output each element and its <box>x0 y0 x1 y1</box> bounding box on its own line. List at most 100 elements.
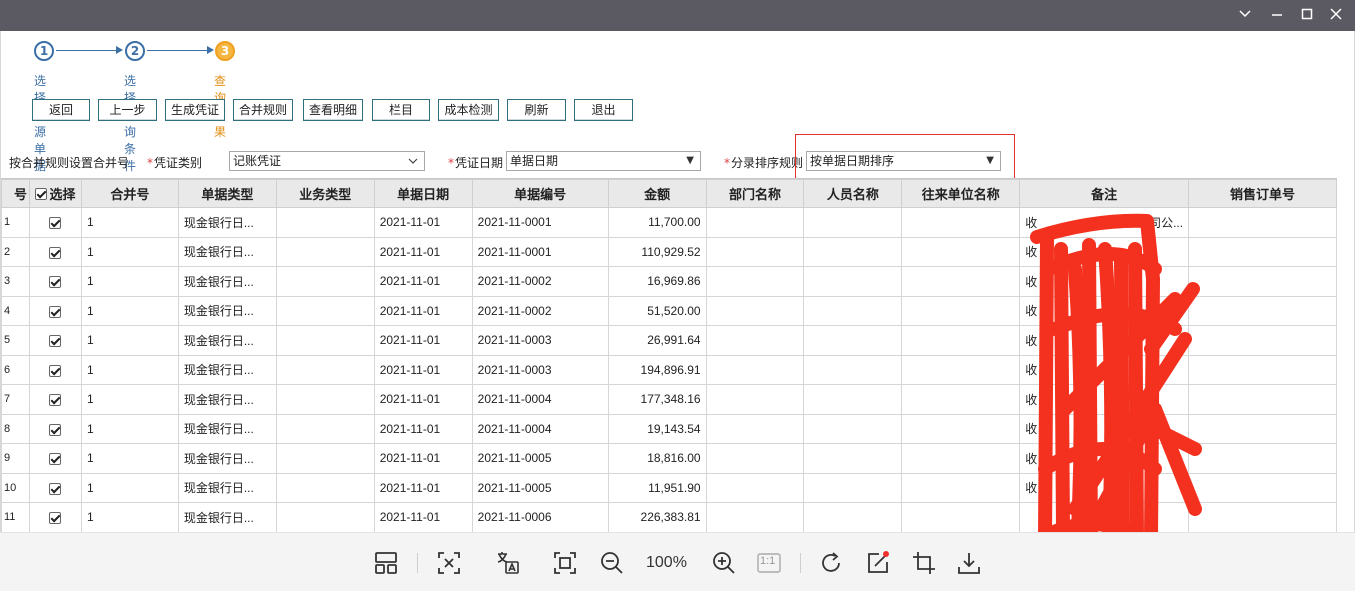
table-row[interactable]: 7 1 现金银行日... 2021-11-01 2021-11-0004 177,348.… <box>1 384 1337 415</box>
row-select-checkbox[interactable] <box>49 305 62 318</box>
ocr-translate-icon[interactable] <box>495 550 521 576</box>
maximize-icon[interactable] <box>1298 7 1316 25</box>
row-select-checkbox[interactable] <box>49 364 62 377</box>
doc-code-cell: 2021-11-0004 <box>471 413 609 444</box>
doc-date-cell: 2021-11-01 <box>373 443 473 474</box>
merge-number-cell: 1 <box>80 443 179 474</box>
col-header-merge[interactable]: 合并号 <box>80 179 179 208</box>
table-row[interactable]: 9 1 现金银行日... 2021-11-01 2021-11-0005 18,816.0… <box>1 443 1337 474</box>
zoom-in-icon[interactable] <box>711 550 737 576</box>
amount-cell: 26,991.64 <box>607 325 707 356</box>
toolbar-divider <box>800 553 801 573</box>
table-row[interactable]: 8 1 现金银行日... 2021-11-01 2021-11-0004 19,143.5… <box>1 413 1337 444</box>
select-cell[interactable] <box>28 384 82 415</box>
select-cell[interactable] <box>28 472 82 503</box>
download-icon[interactable] <box>956 550 982 576</box>
voucher-type-select[interactable]: 记账凭证 <box>229 151 425 171</box>
generate-voucher-button[interactable]: 生成凭证 <box>165 99 225 121</box>
doc-date-cell: 2021-11-01 <box>373 502 473 532</box>
col-header-person[interactable]: 人员名称 <box>803 179 903 208</box>
doc-date-cell: 2021-11-01 <box>373 207 473 238</box>
select-cell[interactable] <box>28 413 82 444</box>
minimize-icon[interactable] <box>1268 7 1286 25</box>
merge-number-cell: 1 <box>80 325 179 356</box>
row-select-checkbox[interactable] <box>49 482 62 495</box>
layout-grid-icon[interactable] <box>373 550 399 576</box>
col-header-select[interactable]: 选择 <box>28 179 82 208</box>
screenshot-text-icon[interactable] <box>436 550 462 576</box>
note-text: 收 <box>1025 363 1038 378</box>
table-row[interactable]: 11 1 现金银行日... 2021-11-01 2021-11-0006 226,383… <box>1 502 1337 532</box>
col-header-amount[interactable]: 金额 <box>607 179 707 208</box>
row-select-checkbox[interactable] <box>49 217 62 230</box>
close-icon[interactable] <box>1327 7 1345 25</box>
row-select-checkbox[interactable] <box>49 335 62 348</box>
select-cell[interactable] <box>28 325 82 356</box>
select-cell[interactable] <box>28 295 82 326</box>
col-header-rownum: 号 <box>1 179 30 208</box>
biz-type-cell <box>275 266 375 297</box>
arrow-right-icon <box>116 46 123 54</box>
rotate-icon[interactable] <box>818 550 844 576</box>
edit-icon[interactable] <box>865 550 891 576</box>
table-row[interactable]: 1 1 现金银行日... 2021-11-01 2021-11-0001 11,700.0… <box>1 207 1337 238</box>
partner-cell <box>901 295 1021 326</box>
dept-cell <box>705 443 805 474</box>
voucher-date-select[interactable]: 单据日期 ▼ <box>506 151 701 171</box>
col-header-biz-type[interactable]: 业务类型 <box>275 179 375 208</box>
row-select-checkbox[interactable] <box>49 512 62 525</box>
dept-cell <box>705 266 805 297</box>
select-cell[interactable] <box>28 354 82 385</box>
crop-icon[interactable] <box>911 550 937 576</box>
select-all-checkbox[interactable] <box>35 188 48 200</box>
refresh-button[interactable]: 刷新 <box>507 99 566 121</box>
table-row[interactable]: 10 1 现金银行日... 2021-11-01 2021-11-0005 11,951.… <box>1 472 1337 503</box>
previous-step-button[interactable]: 上一步 <box>98 99 157 121</box>
select-cell[interactable] <box>28 443 82 474</box>
table-row[interactable]: 2 1 现金银行日... 2021-11-01 2021-11-0001 110,929.… <box>1 236 1337 267</box>
select-cell[interactable] <box>28 236 82 267</box>
sales-order-cell <box>1188 266 1337 297</box>
actual-size-icon[interactable]: 1:1 <box>756 550 782 576</box>
table-row[interactable]: 4 1 现金银行日... 2021-11-01 2021-11-0002 51,520.0… <box>1 295 1337 326</box>
fit-screen-icon[interactable] <box>552 550 578 576</box>
view-details-button[interactable]: 查看明细 <box>303 99 363 121</box>
biz-type-cell <box>275 443 375 474</box>
col-header-sales-order[interactable]: 销售订单号 <box>1188 179 1337 208</box>
doc-code-cell: 2021-11-0003 <box>471 354 609 385</box>
columns-button[interactable]: 栏目 <box>372 99 430 121</box>
zoom-out-icon[interactable] <box>599 550 625 576</box>
col-header-partner[interactable]: 往来单位名称 <box>901 179 1021 208</box>
row-number-cell: 1 <box>1 207 30 238</box>
biz-type-cell <box>275 413 375 444</box>
table-row[interactable]: 3 1 现金银行日... 2021-11-01 2021-11-0002 16,969.8… <box>1 266 1337 297</box>
row-select-checkbox[interactable] <box>49 276 62 289</box>
select-cell[interactable] <box>28 266 82 297</box>
row-select-checkbox[interactable] <box>49 423 62 436</box>
chevron-down-icon[interactable] <box>1236 7 1254 25</box>
sales-order-cell <box>1188 325 1337 356</box>
merge-number-cell: 1 <box>80 384 179 415</box>
col-header-doc-date[interactable]: 单据日期 <box>373 179 473 208</box>
row-select-checkbox[interactable] <box>49 453 62 466</box>
back-button[interactable]: 返回 <box>32 99 90 121</box>
col-header-doc-code[interactable]: 单据编号 <box>471 179 609 208</box>
row-number-cell: 9 <box>1 443 30 474</box>
col-header-doc-type[interactable]: 单据类型 <box>177 179 277 208</box>
col-header-dept[interactable]: 部门名称 <box>705 179 805 208</box>
sales-order-cell <box>1188 295 1337 326</box>
cost-check-button[interactable]: 成本检测 <box>438 99 499 121</box>
exit-button[interactable]: 退出 <box>574 99 633 121</box>
merge-rules-button[interactable]: 合并规则 <box>233 99 293 121</box>
sales-order-cell <box>1188 236 1337 267</box>
window-titlebar <box>0 0 1355 31</box>
row-select-checkbox[interactable] <box>49 246 62 259</box>
select-cell[interactable] <box>28 502 82 532</box>
note-text: 收 <box>1025 304 1038 319</box>
row-select-checkbox[interactable] <box>49 394 62 407</box>
table-row[interactable]: 6 1 现金银行日... 2021-11-01 2021-11-0003 194,896.… <box>1 354 1337 385</box>
col-header-note[interactable]: 备注 <box>1019 179 1190 208</box>
partner-cell <box>901 354 1021 385</box>
table-row[interactable]: 5 1 现金银行日... 2021-11-01 2021-11-0003 26,991.6… <box>1 325 1337 356</box>
select-cell[interactable] <box>28 207 82 238</box>
